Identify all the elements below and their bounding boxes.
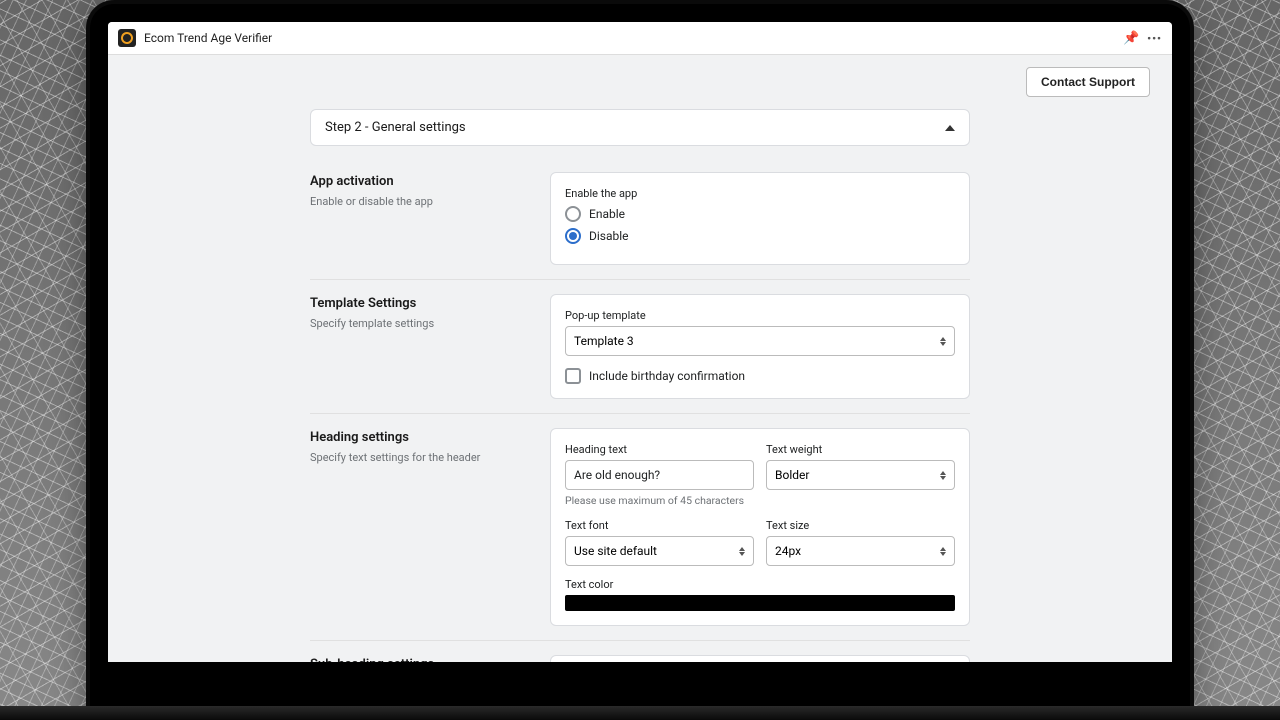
section-title: Template Settings (310, 296, 530, 311)
radio-icon (565, 206, 581, 222)
chevron-updown-icon (940, 547, 946, 556)
heading-weight-select[interactable]: Bolder (766, 460, 955, 490)
checkbox-icon (565, 368, 581, 384)
section-desc: Specify template settings (310, 317, 530, 330)
heading-weight-label: Text weight (766, 443, 955, 456)
section-desc: Enable or disable the app (310, 195, 530, 208)
more-icon[interactable]: ••• (1147, 32, 1162, 45)
section-subheading-settings: Sub-heading settings Specify text settin… (310, 641, 970, 662)
section-template-settings: Template Settings Specify template setti… (310, 280, 970, 414)
pin-icon[interactable]: 📌 (1123, 31, 1139, 46)
section-heading-settings: Heading settings Specify text settings f… (310, 414, 970, 641)
topbar: Contact Support (108, 55, 1172, 109)
chevron-updown-icon (739, 547, 745, 556)
heading-font-label: Text font (565, 519, 754, 532)
heading-text-label: Heading text (565, 443, 754, 456)
step-title: Step 2 - General settings (325, 120, 466, 135)
section-title: App activation (310, 174, 530, 189)
radio-icon (565, 228, 581, 244)
section-title: Sub-heading settings (310, 657, 530, 662)
section-desc: Specify text settings for the header (310, 451, 530, 464)
app-logo-icon (118, 29, 136, 47)
popup-template-select[interactable]: Template 3 (565, 326, 955, 356)
app-header: Ecom Trend Age Verifier 📌 ••• (108, 22, 1172, 55)
contact-support-button[interactable]: Contact Support (1026, 67, 1150, 97)
heading-color-label: Text color (565, 578, 955, 591)
collapse-icon (945, 125, 955, 131)
include-birthday-checkbox[interactable]: Include birthday confirmation (565, 368, 955, 384)
enable-app-label: Enable the app (565, 187, 955, 200)
heading-size-select[interactable]: 24px (766, 536, 955, 566)
heading-font-select[interactable]: Use site default (565, 536, 754, 566)
section-app-activation: App activation Enable or disable the app… (310, 158, 970, 280)
heading-color-input[interactable] (565, 595, 955, 611)
section-title: Heading settings (310, 430, 530, 445)
heading-text-help: Please use maximum of 45 characters (565, 494, 754, 507)
step-header[interactable]: Step 2 - General settings (310, 109, 970, 146)
chevron-updown-icon (940, 337, 946, 346)
heading-size-label: Text size (766, 519, 955, 532)
heading-text-input[interactable]: Are old enough? (565, 460, 754, 490)
chevron-updown-icon (940, 471, 946, 480)
radio-disable[interactable]: Disable (565, 228, 955, 244)
radio-enable[interactable]: Enable (565, 206, 955, 222)
app-title: Ecom Trend Age Verifier (144, 31, 272, 45)
popup-template-label: Pop-up template (565, 309, 955, 322)
